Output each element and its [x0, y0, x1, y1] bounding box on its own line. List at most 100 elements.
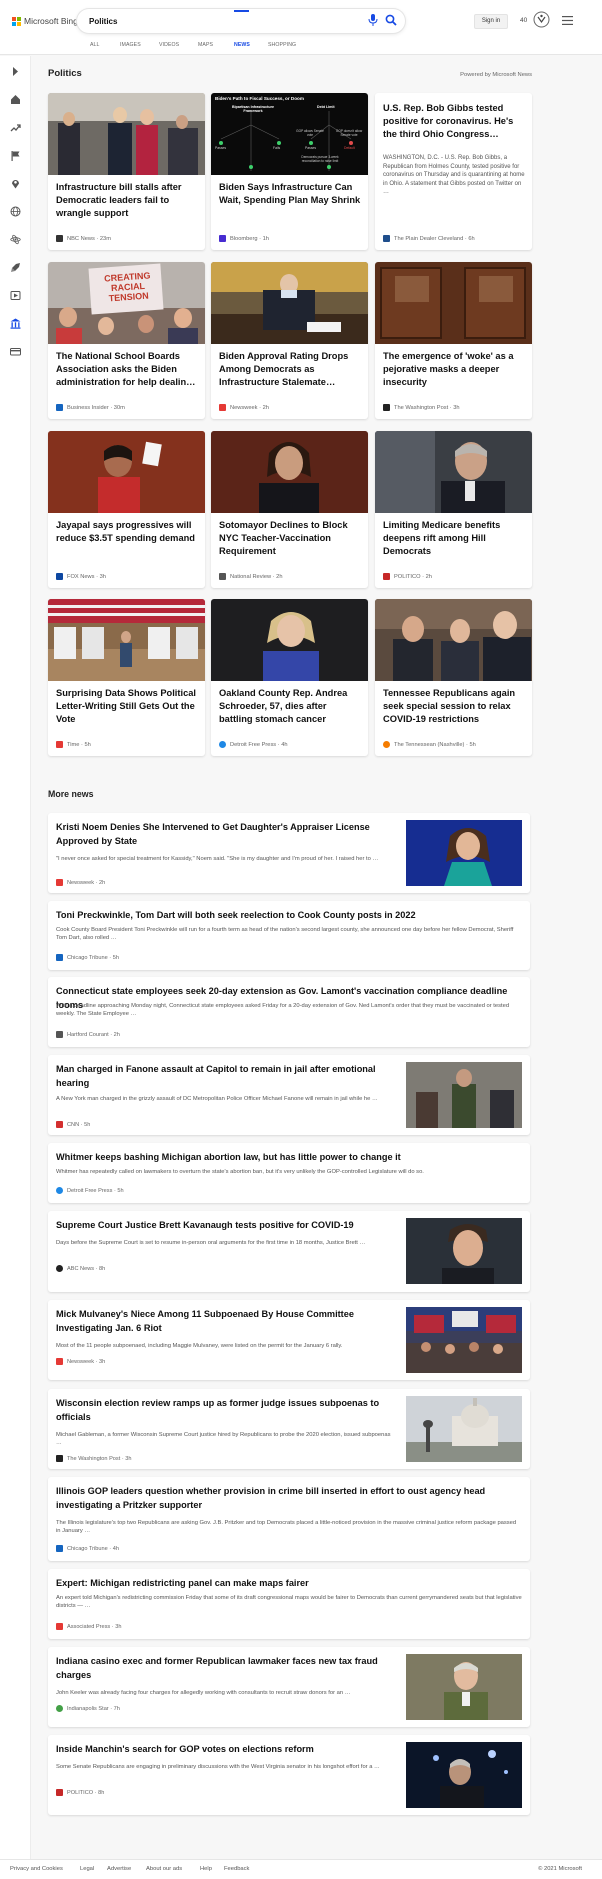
- card-title[interactable]: Surprising Data Shows Political Letter-W…: [56, 687, 198, 725]
- news-title[interactable]: Mick Mulvaney's Niece Among 11 Subpoenae…: [56, 1308, 396, 1335]
- diagram-node: GOP doesn't allow Senate vote: [335, 129, 363, 137]
- news-card[interactable]: Biden's Path to Fiscal Success, or Doom …: [211, 93, 368, 250]
- news-title[interactable]: Indiana casino exec and former Republica…: [56, 1655, 396, 1682]
- politics-icon[interactable]: [10, 318, 21, 329]
- news-thumbnail: [406, 1742, 522, 1808]
- fox-news-logo-icon: [56, 573, 63, 580]
- footer-link-about-ads[interactable]: About our ads: [146, 1866, 182, 1872]
- news-list-item[interactable]: Inside Manchin's search for GOP votes on…: [48, 1735, 530, 1815]
- card-title[interactable]: U.S. Rep. Bob Gibbs tested positive for …: [383, 102, 525, 140]
- tab-all[interactable]: ALL: [90, 42, 100, 48]
- news-list-item[interactable]: Connecticut state employees seek 20-day …: [48, 977, 530, 1047]
- news-card[interactable]: Oakland County Rep. Andrea Schroeder, 57…: [211, 599, 368, 756]
- diagram-heading: Biden's Path to Fiscal Success, or Doom: [215, 96, 304, 101]
- news-title[interactable]: Supreme Court Justice Brett Kavanaugh te…: [56, 1219, 396, 1233]
- tab-videos[interactable]: VIDEOS: [159, 42, 179, 48]
- home-icon[interactable]: [10, 94, 21, 105]
- trending-icon[interactable]: [10, 122, 21, 133]
- news-list-item[interactable]: Illinois GOP leaders question whether pr…: [48, 1477, 530, 1561]
- news-list-item[interactable]: Indiana casino exec and former Republica…: [48, 1647, 530, 1727]
- card-title[interactable]: Jayapal says progressives will reduce $3…: [56, 519, 198, 545]
- news-snippet: "I never once asked for special treatmen…: [56, 856, 379, 862]
- news-title[interactable]: Inside Manchin's search for GOP votes on…: [56, 1743, 396, 1757]
- news-list-item[interactable]: Wisconsin election review ramps up as fo…: [48, 1389, 530, 1469]
- news-source: Newsweek · 2h: [56, 879, 105, 886]
- flag-icon[interactable]: [10, 150, 21, 161]
- news-card[interactable]: Surprising Data Shows Political Letter-W…: [48, 599, 205, 756]
- news-list-item[interactable]: Toni Preckwinkle, Tom Dart will both see…: [48, 901, 530, 970]
- diagram-node: Passes: [215, 146, 227, 150]
- news-card[interactable]: Infrastructure bill stalls after Democra…: [48, 93, 205, 250]
- science-icon[interactable]: [10, 234, 21, 245]
- news-card[interactable]: The emergence of 'woke' as a pejorative …: [375, 262, 532, 419]
- news-title[interactable]: Expert: Michigan redistricting panel can…: [56, 1577, 522, 1591]
- diagram-node: GOP allows Senate vote: [296, 129, 324, 137]
- rocket-icon[interactable]: [10, 262, 21, 273]
- menu-icon[interactable]: [562, 16, 573, 25]
- money-icon[interactable]: [10, 346, 21, 357]
- news-list-item[interactable]: Kristi Noem Denies She Intervened to Get…: [48, 813, 530, 893]
- news-title[interactable]: Toni Preckwinkle, Tom Dart will both see…: [56, 909, 522, 923]
- rewards-points[interactable]: 40: [520, 17, 527, 24]
- footer-link-help[interactable]: Help: [200, 1866, 212, 1872]
- news-title[interactable]: Man charged in Fanone assault at Capitol…: [56, 1063, 396, 1090]
- protest-sign-text: CREATING RACIAL TENSION: [103, 270, 151, 304]
- news-card[interactable]: Limiting Medicare benefits deepens rift …: [375, 431, 532, 588]
- card-title[interactable]: Biden Says Infrastructure Can Wait, Spen…: [219, 181, 361, 207]
- news-card[interactable]: Tennessee Republicans again seek special…: [375, 599, 532, 756]
- brand-name: Microsoft Bing: [24, 16, 78, 26]
- footer-link-advertise[interactable]: Advertise: [107, 1866, 131, 1872]
- news-card[interactable]: Biden Approval Rating Drops Among Democr…: [211, 262, 368, 419]
- news-title[interactable]: Whitmer keeps bashing Michigan abortion …: [56, 1151, 522, 1165]
- news-card[interactable]: Sotomayor Declines to Block NYC Teacher-…: [211, 431, 368, 588]
- news-title[interactable]: Wisconsin election review ramps up as fo…: [56, 1397, 396, 1424]
- card-title[interactable]: Limiting Medicare benefits deepens rift …: [383, 519, 525, 557]
- microsoft-logo-icon: [12, 16, 21, 26]
- news-source: Chicago Tribune · 4h: [56, 1545, 119, 1552]
- footer-link-privacy[interactable]: Privacy and Cookies: [10, 1866, 63, 1872]
- card-title[interactable]: The National School Boards Association a…: [56, 350, 198, 388]
- news-card[interactable]: CREATING RACIAL TENSION The National Sch…: [48, 262, 205, 419]
- footer-link-feedback[interactable]: Feedback: [224, 1866, 249, 1872]
- news-list-item[interactable]: Supreme Court Justice Brett Kavanaugh te…: [48, 1211, 530, 1292]
- rewards-icon[interactable]: [533, 11, 550, 28]
- footer-link-legal[interactable]: Legal: [80, 1866, 94, 1872]
- tab-news[interactable]: NEWS: [234, 42, 250, 48]
- card-title[interactable]: The emergence of 'woke' as a pejorative …: [383, 350, 525, 388]
- globe-icon[interactable]: [10, 206, 21, 217]
- plain-dealer-logo-icon: [383, 235, 390, 242]
- diagram-node: Debt Limit: [317, 105, 335, 109]
- tab-images[interactable]: IMAGES: [120, 42, 141, 48]
- news-list-item[interactable]: Man charged in Fanone assault at Capitol…: [48, 1055, 530, 1135]
- business-insider-logo-icon: [56, 404, 63, 411]
- news-card[interactable]: Jayapal says progressives will reduce $3…: [48, 431, 205, 588]
- search-input[interactable]: [89, 14, 319, 28]
- sign-in-button[interactable]: Sign in: [474, 14, 508, 29]
- news-title[interactable]: Illinois GOP leaders question whether pr…: [56, 1485, 496, 1512]
- card-title[interactable]: Infrastructure bill stalls after Democra…: [56, 181, 198, 219]
- card-title[interactable]: Sotomayor Declines to Block NYC Teacher-…: [219, 519, 361, 557]
- news-list-item[interactable]: Mick Mulvaney's Niece Among 11 Subpoenae…: [48, 1300, 530, 1380]
- tab-maps[interactable]: MAPS: [198, 42, 213, 48]
- news-list-item[interactable]: Whitmer keeps bashing Michigan abortion …: [48, 1143, 530, 1203]
- bing-logo[interactable]: Microsoft Bing: [12, 15, 78, 27]
- tab-shopping[interactable]: SHOPPING: [268, 42, 296, 48]
- search-icon[interactable]: [385, 14, 397, 26]
- more-news-title: More news: [48, 789, 94, 799]
- entertainment-icon[interactable]: [10, 290, 21, 301]
- card-image: [48, 431, 205, 513]
- news-list-item[interactable]: Expert: Michigan redistricting panel can…: [48, 1569, 530, 1639]
- card-title[interactable]: Tennessee Republicans again seek special…: [383, 687, 525, 725]
- location-icon[interactable]: [10, 178, 21, 189]
- card-source: Business Insider · 30m: [56, 404, 125, 411]
- card-title[interactable]: Biden Approval Rating Drops Among Democr…: [219, 350, 361, 388]
- news-thumbnail: [406, 1307, 522, 1373]
- card-title[interactable]: Oakland County Rep. Andrea Schroeder, 57…: [219, 687, 361, 725]
- expand-icon[interactable]: [10, 66, 21, 77]
- news-card[interactable]: U.S. Rep. Bob Gibbs tested positive for …: [375, 93, 532, 250]
- microphone-icon[interactable]: [368, 14, 378, 26]
- tennessean-logo-icon: [383, 741, 390, 748]
- diagram-node: Passes: [305, 146, 317, 150]
- news-title[interactable]: Kristi Noem Denies She Intervened to Get…: [56, 821, 396, 848]
- news-snippet: Cook County Board President Toni Preckwi…: [56, 927, 514, 942]
